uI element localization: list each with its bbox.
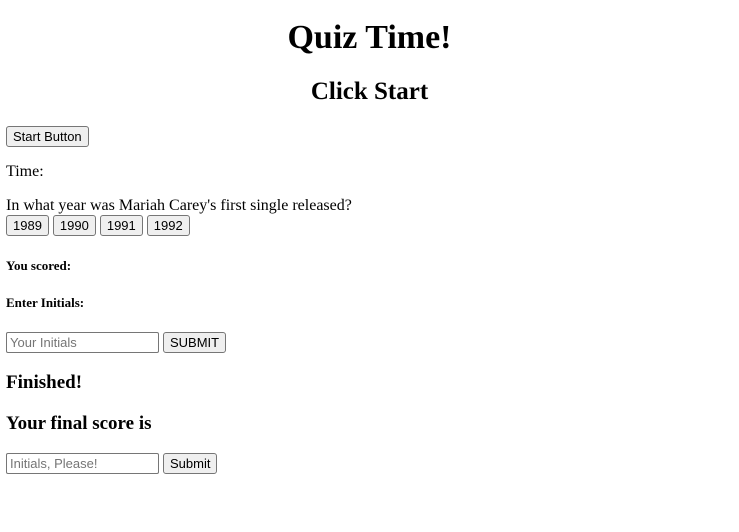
initials-form: SUBMIT [6,332,227,353]
finished-heading: Finished! [6,372,83,393]
quiz-page: Quiz Time! Click Start Start Button Time… [0,0,739,532]
final-initials-input[interactable] [6,453,159,474]
initials-input[interactable] [6,332,159,353]
answer-choices: 1989 1990 1991 1992 [6,215,190,236]
answer-choice-button[interactable]: 1990 [52,215,96,236]
timer-label: Time: [6,163,44,180]
question-text: In what year was Mariah Carey's first si… [6,197,352,214]
final-submit-button[interactable]: Submit [163,453,218,474]
score-label: You scored: [6,258,72,273]
page-title: Quiz Time! [287,19,452,56]
final-initials-form: Submit [6,453,218,474]
answer-choice-button[interactable]: 1992 [146,215,190,236]
enter-initials-label: Enter Initials: [6,295,85,310]
submit-initials-button[interactable]: SUBMIT [163,332,227,353]
answer-choice-button[interactable]: 1991 [99,215,143,236]
start-button[interactable]: Start Button [6,126,89,147]
page-subtitle: Click Start [310,78,429,105]
answer-choice-button[interactable]: 1989 [6,215,49,236]
final-score-label: Your final score is [6,413,152,434]
